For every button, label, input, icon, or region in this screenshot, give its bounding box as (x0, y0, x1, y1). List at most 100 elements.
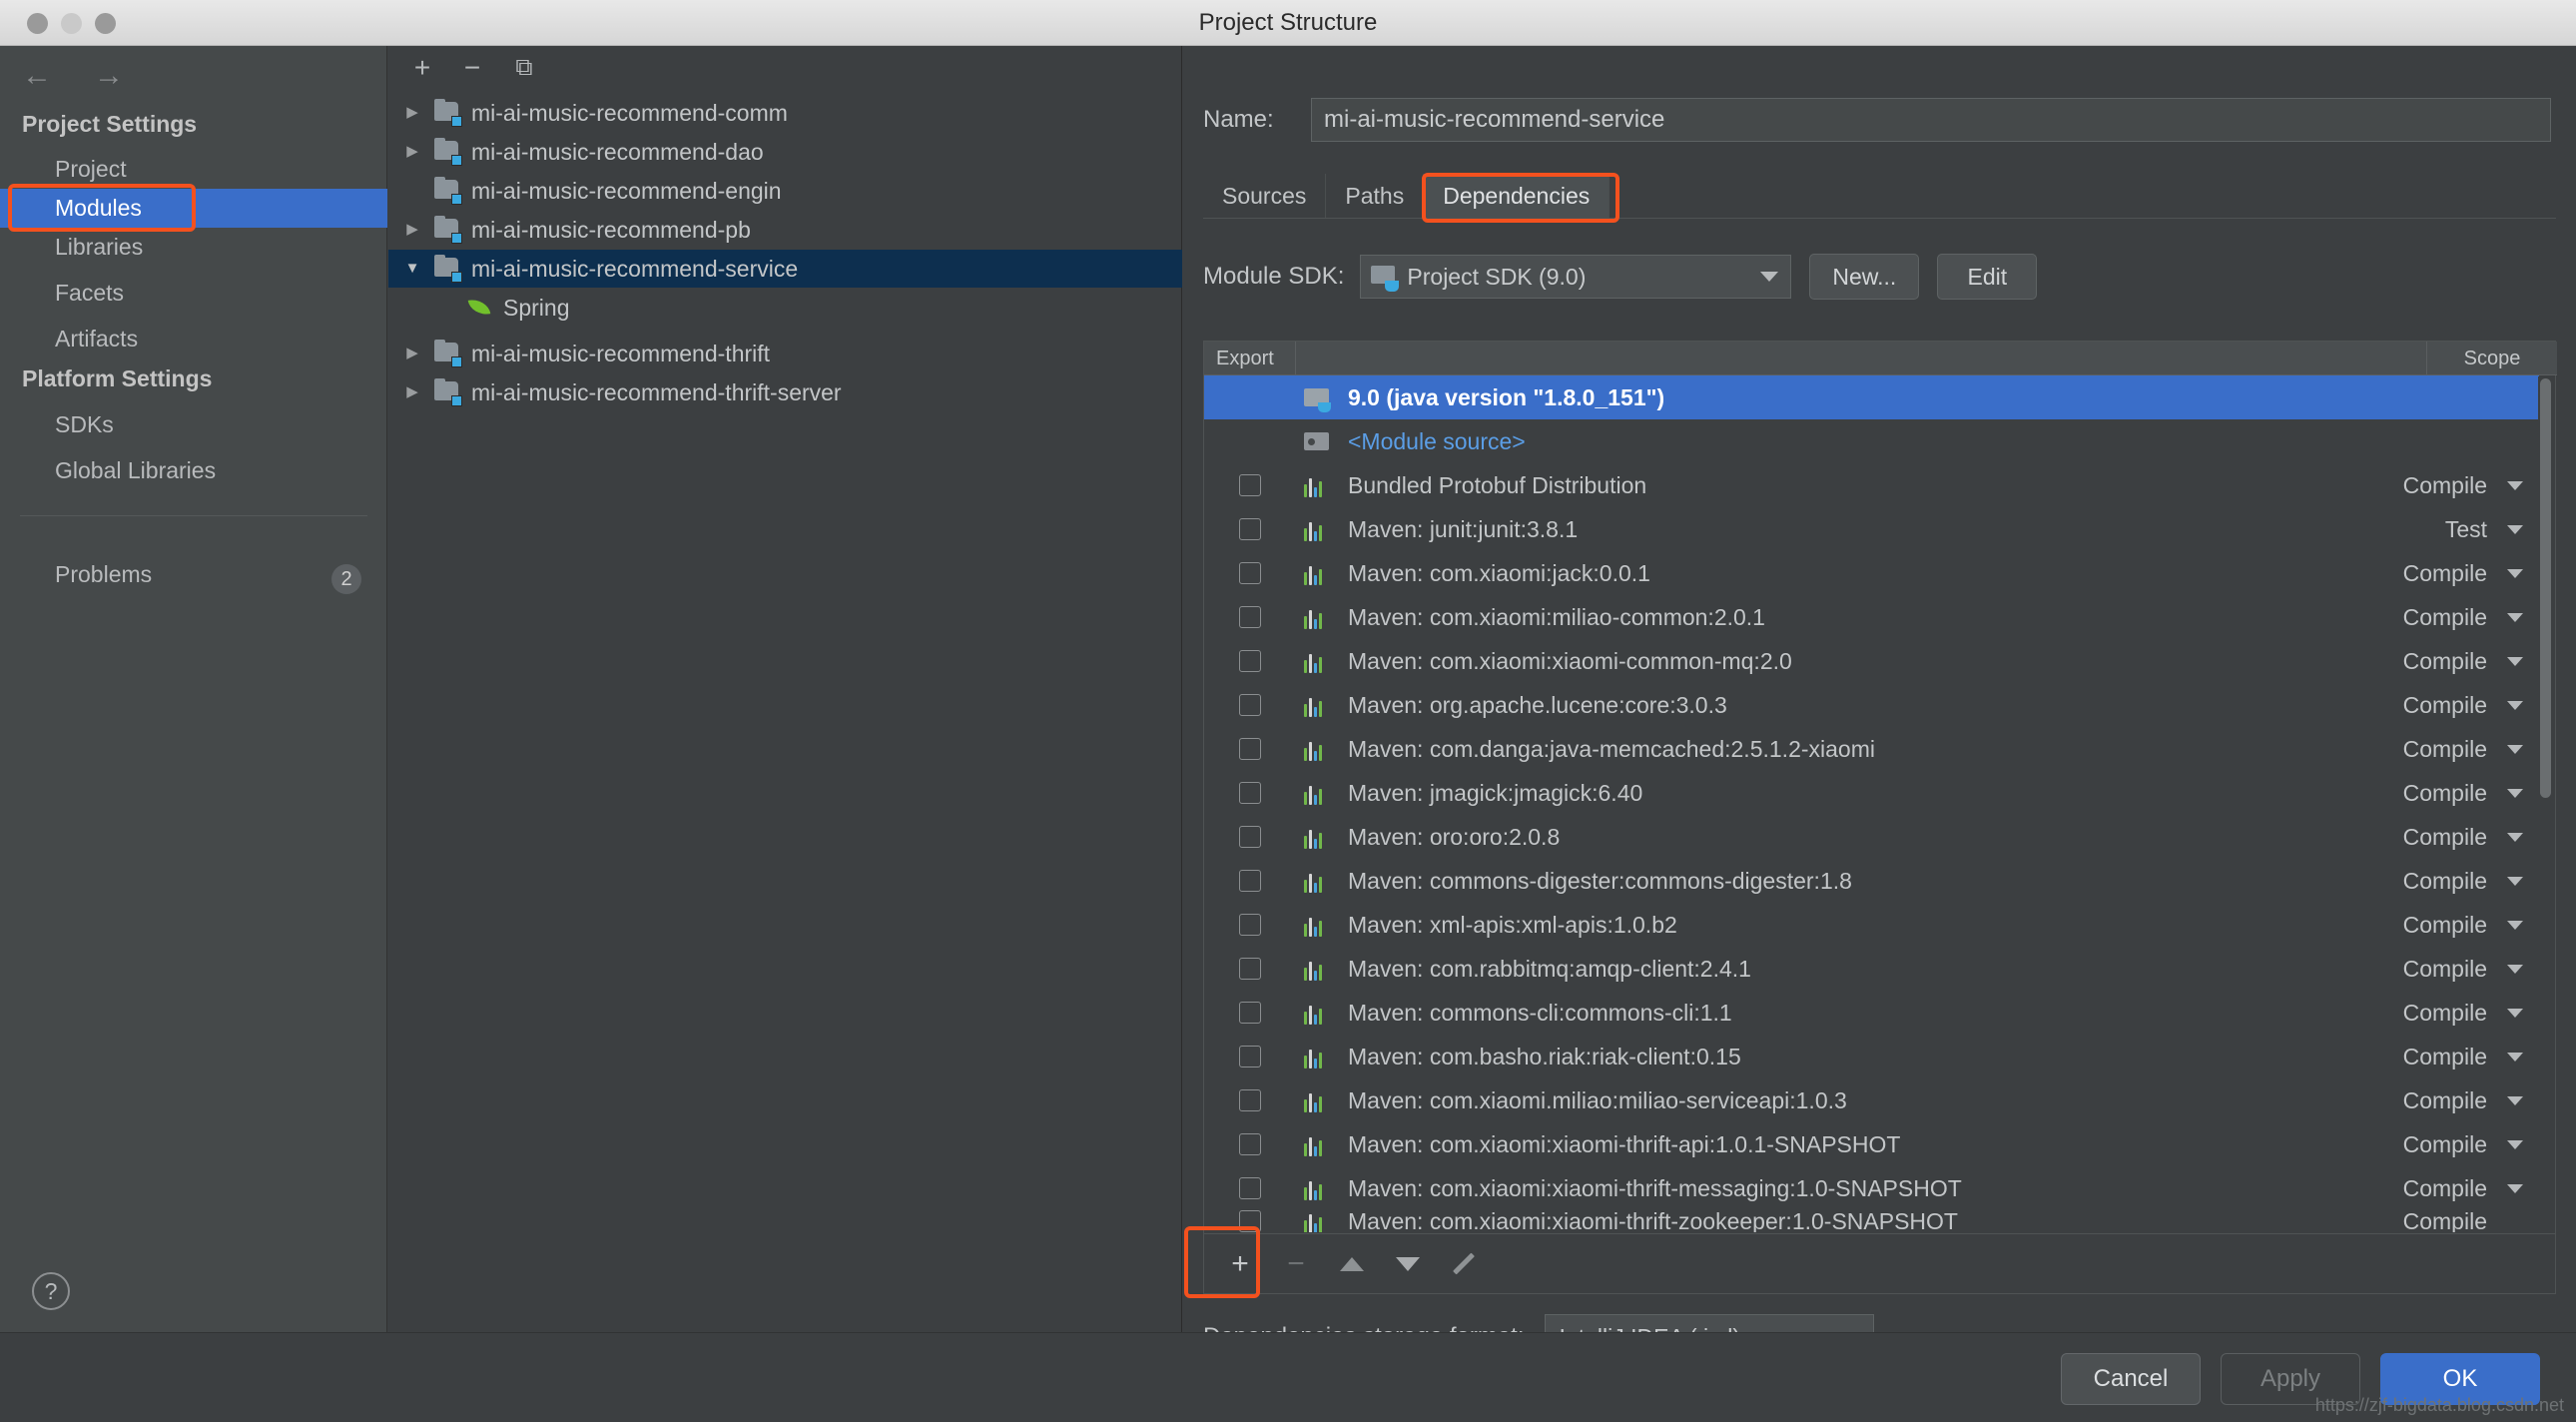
export-checkbox[interactable] (1239, 518, 1261, 540)
table-row[interactable]: Maven: oro:oro:2.0.8 Compile (1204, 815, 2539, 859)
chevron-down-icon[interactable] (2507, 788, 2523, 798)
tree-row-selected[interactable]: ▼ mi-ai-music-recommend-service (388, 250, 1182, 288)
table-row[interactable]: Maven: xml-apis:xml-apis:1.0.b2 Compile (1204, 903, 2539, 947)
chevron-down-icon[interactable] (2507, 480, 2523, 490)
chevron-down-icon[interactable] (2507, 700, 2523, 710)
tab-paths[interactable]: Paths (1326, 174, 1425, 218)
tree-row[interactable]: ▶ mi-ai-music-recommend-engin (388, 172, 1182, 210)
dependency-scope[interactable]: Compile (2403, 692, 2487, 719)
table-row[interactable]: <Module source> (1204, 419, 2539, 463)
export-checkbox[interactable] (1239, 1210, 1261, 1232)
dependency-scope[interactable]: Compile (2403, 560, 2487, 587)
move-up-button[interactable] (1324, 1236, 1380, 1292)
table-row[interactable]: Maven: com.xiaomi:jack:0.0.1 Compile (1204, 551, 2539, 595)
tree-row[interactable]: ▶ mi-ai-music-recommend-thrift (388, 335, 1182, 372)
add-dependency-button[interactable]: + (1212, 1236, 1268, 1292)
export-checkbox[interactable] (1239, 870, 1261, 892)
sidebar-item-facets[interactable]: Facets (0, 274, 387, 313)
add-module-button[interactable]: + (406, 54, 438, 84)
copy-module-button[interactable]: ⧉ (508, 54, 540, 84)
export-checkbox[interactable] (1239, 782, 1261, 804)
sidebar-item-modules[interactable]: Modules (0, 189, 387, 228)
module-sdk-select[interactable]: Project SDK (9.0) (1360, 255, 1792, 299)
chevron-down-icon[interactable] (2507, 920, 2523, 930)
table-row[interactable]: 9.0 (java version "1.8.0_151") (1204, 375, 2539, 419)
help-button[interactable]: ? (32, 1272, 70, 1310)
dependency-scope[interactable]: Compile (2403, 824, 2487, 851)
export-checkbox[interactable] (1239, 826, 1261, 848)
sidebar-item-global-libraries[interactable]: Global Libraries (0, 451, 387, 490)
table-row[interactable]: Maven: com.rabbitmq:amqp-client:2.4.1 Co… (1204, 947, 2539, 991)
arrow-left-icon[interactable]: ← (20, 61, 54, 91)
chevron-down-icon[interactable] (2507, 524, 2523, 534)
export-checkbox[interactable] (1239, 1177, 1261, 1199)
table-row[interactable]: Maven: com.xiaomi:miliao-common:2.0.1 Co… (1204, 595, 2539, 639)
export-checkbox[interactable] (1239, 606, 1261, 628)
sidebar-item-problems[interactable]: Problems 2 (0, 555, 387, 594)
dependency-scope[interactable]: Test (2445, 516, 2487, 543)
cancel-button[interactable]: Cancel (2061, 1353, 2201, 1405)
dependency-scope[interactable]: Compile (2403, 912, 2487, 939)
export-checkbox[interactable] (1239, 650, 1261, 672)
chevron-right-icon[interactable]: ▶ (400, 342, 424, 365)
sidebar-item-libraries[interactable]: Libraries (0, 228, 387, 267)
module-name-input[interactable]: mi-ai-music-recommend-service (1311, 98, 2551, 142)
export-checkbox[interactable] (1239, 694, 1261, 716)
table-row[interactable]: Maven: commons-cli:commons-cli:1.1 Compi… (1204, 991, 2539, 1035)
chevron-down-icon[interactable] (2507, 1139, 2523, 1149)
export-checkbox[interactable] (1239, 474, 1261, 496)
export-checkbox[interactable] (1239, 738, 1261, 760)
remove-dependency-button[interactable]: − (1268, 1236, 1324, 1292)
chevron-down-icon[interactable] (2507, 656, 2523, 666)
sidebar-nav[interactable]: ← → (20, 61, 126, 91)
export-checkbox[interactable] (1239, 1046, 1261, 1067)
chevron-down-icon[interactable] (2507, 1095, 2523, 1105)
export-checkbox[interactable] (1239, 1002, 1261, 1024)
table-row[interactable]: Bundled Protobuf Distribution Compile (1204, 463, 2539, 507)
dependency-scope[interactable]: Compile (2403, 1044, 2487, 1070)
chevron-down-icon[interactable] (2507, 832, 2523, 842)
table-row[interactable]: Maven: com.basho.riak:riak-client:0.15 C… (1204, 1035, 2539, 1078)
chevron-down-icon[interactable] (2507, 744, 2523, 754)
chevron-down-icon[interactable] (2507, 1008, 2523, 1018)
chevron-down-icon[interactable] (2507, 964, 2523, 974)
tab-sources[interactable]: Sources (1203, 174, 1327, 218)
dependency-scope[interactable]: Compile (2403, 1087, 2487, 1114)
export-checkbox[interactable] (1239, 914, 1261, 936)
table-row[interactable]: Maven: com.danga:java-memcached:2.5.1.2-… (1204, 727, 2539, 771)
chevron-right-icon[interactable]: ▶ (400, 380, 424, 404)
dependency-scope[interactable]: Compile (2403, 780, 2487, 807)
table-row-clipped[interactable]: Maven: com.xiaomi:xiaomi-thrift-zookeepe… (1204, 1210, 2539, 1232)
remove-module-button[interactable]: − (456, 54, 488, 84)
dependency-scope[interactable]: Compile (2403, 736, 2487, 763)
table-row[interactable]: Maven: com.xiaomi:xiaomi-thrift-messagin… (1204, 1166, 2539, 1210)
chevron-down-icon[interactable] (2507, 568, 2523, 578)
dependency-scope[interactable]: Compile (2403, 1210, 2487, 1232)
chevron-down-icon[interactable] (2507, 1183, 2523, 1193)
tree-row[interactable]: ▶ mi-ai-music-recommend-pb (388, 211, 1182, 249)
export-checkbox[interactable] (1239, 958, 1261, 980)
table-row[interactable]: Maven: org.apache.lucene:core:3.0.3 Comp… (1204, 683, 2539, 727)
dependency-scope[interactable]: Compile (2403, 648, 2487, 675)
arrow-right-icon[interactable]: → (92, 61, 126, 91)
chevron-down-icon[interactable]: ▼ (400, 257, 424, 281)
tree-row[interactable]: ▶ mi-ai-music-recommend-thrift-server (388, 373, 1182, 411)
sidebar-item-artifacts[interactable]: Artifacts (0, 320, 387, 358)
sidebar-item-project[interactable]: Project (0, 150, 387, 189)
export-checkbox[interactable] (1239, 1089, 1261, 1111)
scrollbar-thumb[interactable] (2540, 378, 2551, 798)
table-row[interactable]: Maven: com.xiaomi.miliao:miliao-servicea… (1204, 1078, 2539, 1122)
tree-row[interactable]: ▶ mi-ai-music-recommend-dao (388, 133, 1182, 171)
export-checkbox[interactable] (1239, 562, 1261, 584)
sidebar-item-sdks[interactable]: SDKs (0, 405, 387, 444)
dependency-scope[interactable]: Compile (2403, 956, 2487, 983)
dependency-scope[interactable]: Compile (2403, 472, 2487, 499)
table-row[interactable]: Maven: com.xiaomi:xiaomi-common-mq:2.0 C… (1204, 639, 2539, 683)
chevron-down-icon[interactable] (2507, 612, 2523, 622)
dependency-scope[interactable]: Compile (2403, 1175, 2487, 1202)
chevron-right-icon[interactable]: ▶ (400, 101, 424, 125)
edit-sdk-button[interactable]: Edit (1937, 254, 2038, 300)
table-row[interactable]: Maven: commons-digester:commons-digester… (1204, 859, 2539, 903)
dependency-scope[interactable]: Compile (2403, 868, 2487, 895)
new-sdk-button[interactable]: New... (1809, 254, 1920, 300)
